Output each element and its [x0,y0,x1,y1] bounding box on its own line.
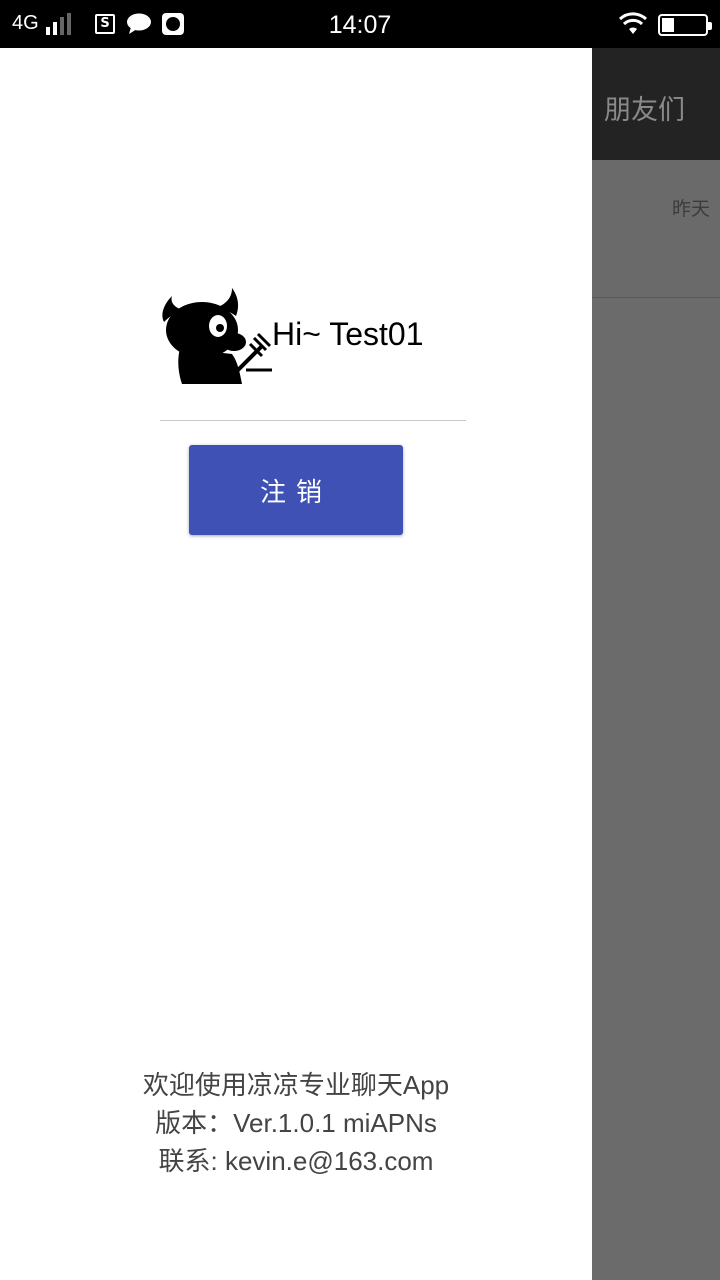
clock: 14:07 [328,11,392,39]
user-greeting: Hi~ Test01 [272,316,424,352]
divider [160,420,466,421]
conversation-time: 昨天 [671,198,710,220]
devil-avatar-icon [162,288,272,384]
welcome-text: 欢迎使用凉凉专业聊天App [142,1070,450,1100]
version-text: 版本：Ver.1.0.1 miAPNs [155,1108,437,1138]
battery-icon [658,14,712,36]
contact-text: 联系: kevin.e@163.com [158,1146,434,1176]
status-bar: 4G S 14:07 [0,0,720,48]
wifi-icon [618,12,648,34]
main-title: 朋友们 [604,95,685,126]
screen: 4G S 14:07 朋友们 昨天 Hi~ Test01 注销 欢迎使用凉凉专业… [0,0,720,1280]
app-info-footer: 欢迎使用凉凉专业聊天App 版本：Ver.1.0.1 miAPNs 联系: ke… [0,1066,592,1180]
navigation-drawer: Hi~ Test01 注销 欢迎使用凉凉专业聊天App 版本：Ver.1.0.1… [0,48,592,1280]
logout-button[interactable]: 注销 [189,445,403,535]
